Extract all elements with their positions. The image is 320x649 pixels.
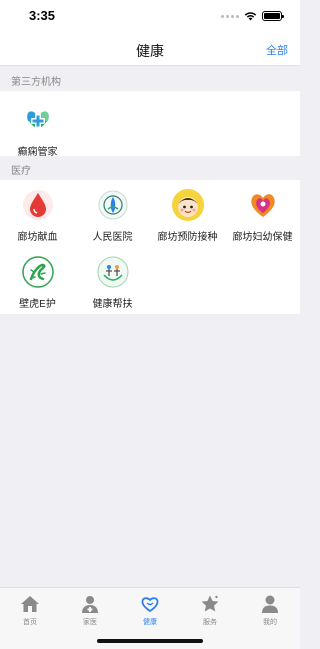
tab-label: 我的 [263, 619, 277, 626]
app-label: 健康帮扶 [92, 299, 133, 310]
tab-family-doctor[interactable]: 家医 [60, 594, 120, 627]
tab-label: 服务 [203, 619, 217, 626]
app-item-gecko-e-care[interactable]: 壁虎E护 [0, 255, 75, 310]
app-label: 人民医院 [92, 232, 133, 243]
app-item-maternal-child-health[interactable]: 廊坊妇幼保健 [225, 188, 300, 243]
home-indicator [97, 639, 203, 643]
app-label: 壁虎E护 [19, 299, 56, 310]
section-title: 医疗 [11, 166, 31, 177]
maternal-heart-icon [250, 194, 275, 217]
status-time: 3:35 [29, 8, 56, 23]
health-support-icon [97, 256, 128, 288]
section-header-medical: 医疗 [0, 156, 300, 180]
tab-label: 健康 [143, 619, 157, 626]
wifi-icon [244, 12, 257, 21]
medical-panel: 廊坊献血 人民医院 廊坊预防接种 廊坊妇幼保健 壁虎E护 健康帮扶 [0, 180, 300, 314]
page-title: 健康 [136, 43, 164, 59]
show-all-button[interactable]: 全部 [266, 42, 288, 58]
app-item-peoples-hospital[interactable]: 人民医院 [75, 188, 150, 243]
status-bar: 3:35 [0, 0, 300, 34]
app-label: 廊坊献血 [17, 232, 58, 243]
child-face-icon [171, 189, 204, 221]
person-icon [262, 595, 278, 613]
app-item-epilepsy-manager[interactable]: 癫痫管家 [0, 103, 75, 158]
app-item-blood-donation[interactable]: 廊坊献血 [0, 188, 75, 243]
section-title: 第三方机构 [11, 77, 61, 88]
battery-icon [262, 11, 284, 21]
tab-label: 首页 [23, 619, 37, 626]
app-label: 廊坊预防接种 [157, 232, 218, 243]
status-icons [221, 11, 284, 21]
home-icon [21, 596, 39, 612]
family-doctor-icon [82, 596, 98, 613]
hospital-emblem-icon [98, 190, 127, 220]
tab-label: 家医 [83, 619, 97, 626]
tab-services[interactable]: 服务 [180, 594, 240, 627]
app-item-vaccination[interactable]: 廊坊预防接种 [150, 188, 225, 243]
navigation-bar: 健康 全部 [0, 34, 300, 66]
third-party-panel: 癫痫管家 [0, 91, 300, 158]
app-label: 廊坊妇幼保健 [232, 232, 293, 243]
heart-icon [141, 597, 159, 613]
gecko-icon [21, 256, 54, 288]
tab-mine[interactable]: 我的 [240, 594, 300, 627]
blood-drop-icon [22, 190, 53, 220]
tab-health[interactable]: 健康 [120, 594, 180, 627]
signal-icon [221, 14, 239, 18]
epilepsy-manager-icon [26, 111, 49, 128]
app-item-health-support[interactable]: 健康帮扶 [75, 255, 150, 310]
section-header-third-party: 第三方机构 [0, 67, 300, 91]
star-icon [201, 595, 219, 612]
tab-home[interactable]: 首页 [0, 594, 60, 627]
